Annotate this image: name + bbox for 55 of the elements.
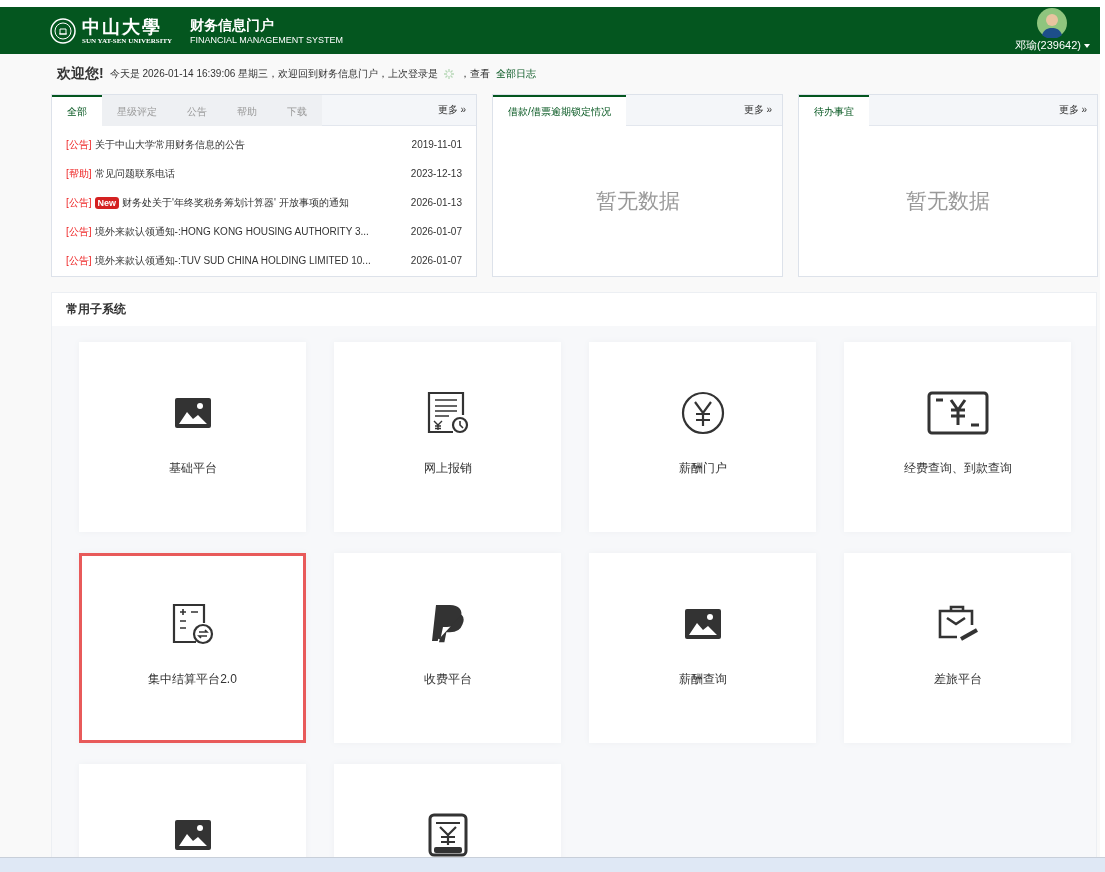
image-icon xyxy=(173,397,212,429)
notice-tag: [公告] xyxy=(66,195,92,210)
section-title: 常用子系统 xyxy=(65,301,127,318)
loading-icon xyxy=(444,69,455,79)
notice-tag: [公告] xyxy=(66,137,92,152)
all-logs-link[interactable]: 全部日志 xyxy=(496,67,537,81)
notice-title-link[interactable]: 常见问题联系电话 xyxy=(94,166,175,181)
briefcase-icon xyxy=(936,605,979,643)
caret-icon[interactable] xyxy=(1084,43,1090,48)
portal-title: 财务信息门户 xyxy=(190,16,275,35)
notice-date: 2019-11-01 xyxy=(411,139,462,150)
yen-circle-icon xyxy=(680,391,725,435)
subsystem-tile[interactable]: 薪酬门户 xyxy=(589,342,816,532)
more-link[interactable]: 更多 » xyxy=(743,103,782,117)
welcome-separator: ，查看 xyxy=(460,67,491,81)
subsystem-tile[interactable]: 基础平台 xyxy=(79,342,306,532)
subsystem-tile[interactable]: 薪酬查询 xyxy=(589,553,816,743)
user-name[interactable]: 邓瑜(239642) xyxy=(1014,38,1081,53)
new-badge: New xyxy=(94,196,120,209)
subsystem-tile[interactable]: 集中结算平台2.0 xyxy=(79,553,306,743)
notice-title-link[interactable]: 关于中山大学常用财务信息的公告 xyxy=(94,137,245,152)
notice-tab[interactable]: 全部 xyxy=(52,95,102,126)
subsystem-tile[interactable]: 差旅平台 xyxy=(844,553,1071,743)
university-name: 中山大學 xyxy=(82,16,163,37)
receipt-icon xyxy=(426,391,469,435)
panel-tab[interactable]: 借款/借票逾期锁定情况 xyxy=(493,95,626,126)
p-logo-icon xyxy=(429,603,466,645)
notice-tag: [公告] xyxy=(66,253,92,268)
image-icon xyxy=(173,819,212,851)
more-link[interactable]: 更多 » xyxy=(437,103,476,117)
calculator-icon xyxy=(171,603,214,645)
notice-tag: [公告] xyxy=(66,224,92,239)
avatar-icon[interactable] xyxy=(1037,8,1068,38)
subsystem-tile[interactable]: 收费平台 xyxy=(334,553,561,743)
image-icon xyxy=(683,608,722,640)
notice-date: 2023-12-13 xyxy=(410,168,462,179)
portal-subtitle: FINANCIAL MANAGEMENT SYSTEM xyxy=(190,34,344,45)
notice-title-link[interactable]: 财务处关于'年终奖税务筹划计算器' 开放事项的通知 xyxy=(122,195,349,210)
subsystem-tile[interactable]: 经费查询、到款查询 xyxy=(844,342,1071,532)
notice-date: 2026-01-07 xyxy=(410,255,462,266)
empty-message: 暂无数据 xyxy=(906,188,990,214)
notice-date: 2026-01-13 xyxy=(410,197,462,208)
yen-screen-icon xyxy=(926,391,989,435)
welcome-greeting: 欢迎您! xyxy=(57,65,104,83)
panel-tab[interactable]: 待办事宜 xyxy=(799,95,869,126)
more-link[interactable]: 更多 » xyxy=(1058,103,1097,117)
subsystem-tile[interactable]: 网上报销 xyxy=(334,342,561,532)
notice-title-link[interactable]: 境外来款认领通知-:HONG KONG HOUSING AUTHORITY 3... xyxy=(94,224,369,239)
notice-tag: [帮助] xyxy=(66,166,92,181)
notice-date: 2026-01-07 xyxy=(410,226,462,237)
yen-document-icon xyxy=(427,813,468,857)
welcome-message: 今天是 2026-01-14 16:39:06 星期三，欢迎回到财务信息门户，上次登录是 xyxy=(109,67,439,81)
notice-title-link[interactable]: 境外来款认领通知-:TUV SUD CHINA HOLDING LIMITED 10... xyxy=(94,253,371,268)
university-emblem-icon xyxy=(50,17,76,44)
empty-message: 暂无数据 xyxy=(595,188,680,214)
